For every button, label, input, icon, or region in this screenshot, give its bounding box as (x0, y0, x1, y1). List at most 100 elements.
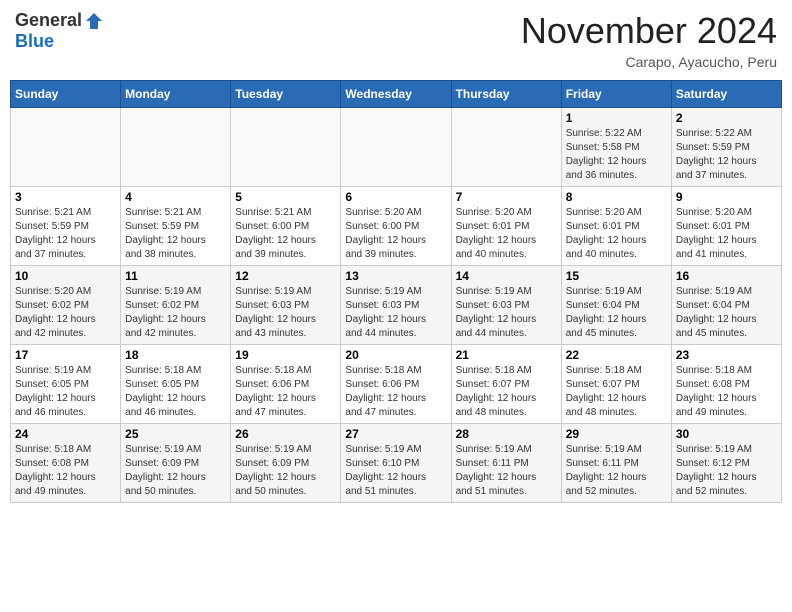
day-cell: 14 Sunrise: 5:19 AM Sunset: 6:03 PM Dayli… (451, 266, 561, 345)
day-cell: 3 Sunrise: 5:21 AM Sunset: 5:59 PM Daylig… (11, 187, 121, 266)
day-info: Sunrise: 5:19 AM Sunset: 6:02 PM Dayligh… (125, 285, 226, 341)
week-row-3: 10 Sunrise: 5:20 AM Sunset: 6:02 PM Dayli… (11, 266, 782, 345)
header-day-sunday: Sunday (11, 81, 121, 108)
day-cell: 7Sunrise: 5:20 AM Sunset: 6:01 PM Daylig… (451, 187, 561, 266)
day-info: Sunrise: 5:19 AM Sunset: 6:10 PM Dayligh… (345, 443, 446, 499)
logo-icon (84, 11, 104, 31)
page-header: General Blue November 2024 Carapo, Ayacu… (10, 10, 782, 70)
day-number: 28 (456, 427, 557, 441)
day-cell (341, 108, 451, 187)
logo-blue: Blue (15, 31, 54, 51)
day-number: 2 (676, 111, 777, 125)
day-number: 8 (566, 190, 667, 204)
day-info: Sunrise: 5:19 AM Sunset: 6:11 PM Dayligh… (456, 443, 557, 499)
day-info: Sunrise: 5:19 AM Sunset: 6:11 PM Dayligh… (566, 443, 667, 499)
day-cell: 24Sunrise: 5:18 AM Sunset: 6:08 PM Dayli… (11, 424, 121, 503)
calendar-header: SundayMondayTuesdayWednesdayThursdayFrid… (11, 81, 782, 108)
day-cell: 26 Sunrise: 5:19 AM Sunset: 6:09 PM Dayli… (231, 424, 341, 503)
day-number: 17 (15, 348, 116, 362)
day-number: 11 (125, 269, 226, 283)
day-cell (231, 108, 341, 187)
day-cell: 17 Sunrise: 5:19 AM Sunset: 6:05 PM Dayli… (11, 345, 121, 424)
day-cell: 20 Sunrise: 5:18 AM Sunset: 6:06 PM Dayli… (341, 345, 451, 424)
day-cell: 2 Sunrise: 5:22 AM Sunset: 5:59 PM Daylig… (671, 108, 781, 187)
day-cell: 4 Sunrise: 5:21 AM Sunset: 5:59 PM Daylig… (121, 187, 231, 266)
day-info: Sunrise: 5:20 AM Sunset: 6:01 PM Dayligh… (676, 206, 777, 262)
day-info: Sunrise: 5:20 AM Sunset: 6:02 PM Dayligh… (15, 285, 116, 341)
day-number: 29 (566, 427, 667, 441)
day-info: Sunrise: 5:19 AM Sunset: 6:03 PM Dayligh… (456, 285, 557, 341)
day-number: 4 (125, 190, 226, 204)
day-number: 12 (235, 269, 336, 283)
week-row-5: 24Sunrise: 5:18 AM Sunset: 6:08 PM Dayli… (11, 424, 782, 503)
day-cell: 22Sunrise: 5:18 AM Sunset: 6:07 PM Dayli… (561, 345, 671, 424)
day-cell: 9 Sunrise: 5:20 AM Sunset: 6:01 PM Daylig… (671, 187, 781, 266)
month-title: November 2024 (521, 10, 777, 52)
day-info: Sunrise: 5:18 AM Sunset: 6:07 PM Dayligh… (456, 364, 557, 420)
day-info: Sunrise: 5:21 AM Sunset: 5:59 PM Dayligh… (125, 206, 226, 262)
day-info: Sunrise: 5:19 AM Sunset: 6:03 PM Dayligh… (345, 285, 446, 341)
day-cell: 15 Sunrise: 5:19 AM Sunset: 6:04 PM Dayli… (561, 266, 671, 345)
day-info: Sunrise: 5:19 AM Sunset: 6:03 PM Dayligh… (235, 285, 336, 341)
title-section: November 2024 Carapo, Ayacucho, Peru (521, 10, 777, 70)
week-row-2: 3 Sunrise: 5:21 AM Sunset: 5:59 PM Daylig… (11, 187, 782, 266)
day-cell: 16Sunrise: 5:19 AM Sunset: 6:04 PM Dayli… (671, 266, 781, 345)
day-info: Sunrise: 5:19 AM Sunset: 6:04 PM Dayligh… (676, 285, 777, 341)
day-cell: 1 Sunrise: 5:22 AM Sunset: 5:58 PM Daylig… (561, 108, 671, 187)
day-number: 9 (676, 190, 777, 204)
day-info: Sunrise: 5:21 AM Sunset: 5:59 PM Dayligh… (15, 206, 116, 262)
day-cell: 30Sunrise: 5:19 AM Sunset: 6:12 PM Dayli… (671, 424, 781, 503)
week-row-1: 1 Sunrise: 5:22 AM Sunset: 5:58 PM Daylig… (11, 108, 782, 187)
day-cell (451, 108, 561, 187)
day-info: Sunrise: 5:19 AM Sunset: 6:12 PM Dayligh… (676, 443, 777, 499)
day-number: 19 (235, 348, 336, 362)
day-number: 26 (235, 427, 336, 441)
day-number: 25 (125, 427, 226, 441)
day-cell (11, 108, 121, 187)
day-info: Sunrise: 5:19 AM Sunset: 6:05 PM Dayligh… (15, 364, 116, 420)
logo-general: General (15, 10, 82, 31)
day-number: 22 (566, 348, 667, 362)
day-number: 20 (345, 348, 446, 362)
day-cell: 28 Sunrise: 5:19 AM Sunset: 6:11 PM Dayli… (451, 424, 561, 503)
day-info: Sunrise: 5:19 AM Sunset: 6:09 PM Dayligh… (235, 443, 336, 499)
calendar-table: SundayMondayTuesdayWednesdayThursdayFrid… (10, 80, 782, 503)
day-number: 13 (345, 269, 446, 283)
header-day-monday: Monday (121, 81, 231, 108)
day-info: Sunrise: 5:18 AM Sunset: 6:08 PM Dayligh… (15, 443, 116, 499)
day-cell: 27 Sunrise: 5:19 AM Sunset: 6:10 PM Dayli… (341, 424, 451, 503)
day-cell: 23 Sunrise: 5:18 AM Sunset: 6:08 PM Dayli… (671, 345, 781, 424)
day-number: 3 (15, 190, 116, 204)
logo: General Blue (15, 10, 104, 52)
day-number: 27 (345, 427, 446, 441)
calendar-body: 1 Sunrise: 5:22 AM Sunset: 5:58 PM Daylig… (11, 108, 782, 503)
header-day-tuesday: Tuesday (231, 81, 341, 108)
day-number: 14 (456, 269, 557, 283)
day-cell: 18 Sunrise: 5:18 AM Sunset: 6:05 PM Dayli… (121, 345, 231, 424)
day-number: 23 (676, 348, 777, 362)
day-cell: 19 Sunrise: 5:18 AM Sunset: 6:06 PM Dayli… (231, 345, 341, 424)
location: Carapo, Ayacucho, Peru (521, 54, 777, 70)
day-number: 10 (15, 269, 116, 283)
day-info: Sunrise: 5:18 AM Sunset: 6:05 PM Dayligh… (125, 364, 226, 420)
day-number: 6 (345, 190, 446, 204)
day-number: 5 (235, 190, 336, 204)
day-info: Sunrise: 5:18 AM Sunset: 6:06 PM Dayligh… (235, 364, 336, 420)
day-info: Sunrise: 5:22 AM Sunset: 5:59 PM Dayligh… (676, 127, 777, 183)
day-info: Sunrise: 5:20 AM Sunset: 6:01 PM Dayligh… (456, 206, 557, 262)
day-info: Sunrise: 5:22 AM Sunset: 5:58 PM Dayligh… (566, 127, 667, 183)
day-info: Sunrise: 5:18 AM Sunset: 6:08 PM Dayligh… (676, 364, 777, 420)
day-number: 18 (125, 348, 226, 362)
day-info: Sunrise: 5:18 AM Sunset: 6:06 PM Dayligh… (345, 364, 446, 420)
day-cell: 13 Sunrise: 5:19 AM Sunset: 6:03 PM Dayli… (341, 266, 451, 345)
day-number: 1 (566, 111, 667, 125)
header-row: SundayMondayTuesdayWednesdayThursdayFrid… (11, 81, 782, 108)
day-info: Sunrise: 5:19 AM Sunset: 6:04 PM Dayligh… (566, 285, 667, 341)
header-day-friday: Friday (561, 81, 671, 108)
day-cell: 5Sunrise: 5:21 AM Sunset: 6:00 PM Daylig… (231, 187, 341, 266)
day-cell (121, 108, 231, 187)
header-day-saturday: Saturday (671, 81, 781, 108)
day-number: 15 (566, 269, 667, 283)
day-info: Sunrise: 5:20 AM Sunset: 6:00 PM Dayligh… (345, 206, 446, 262)
day-cell: 6 Sunrise: 5:20 AM Sunset: 6:00 PM Daylig… (341, 187, 451, 266)
